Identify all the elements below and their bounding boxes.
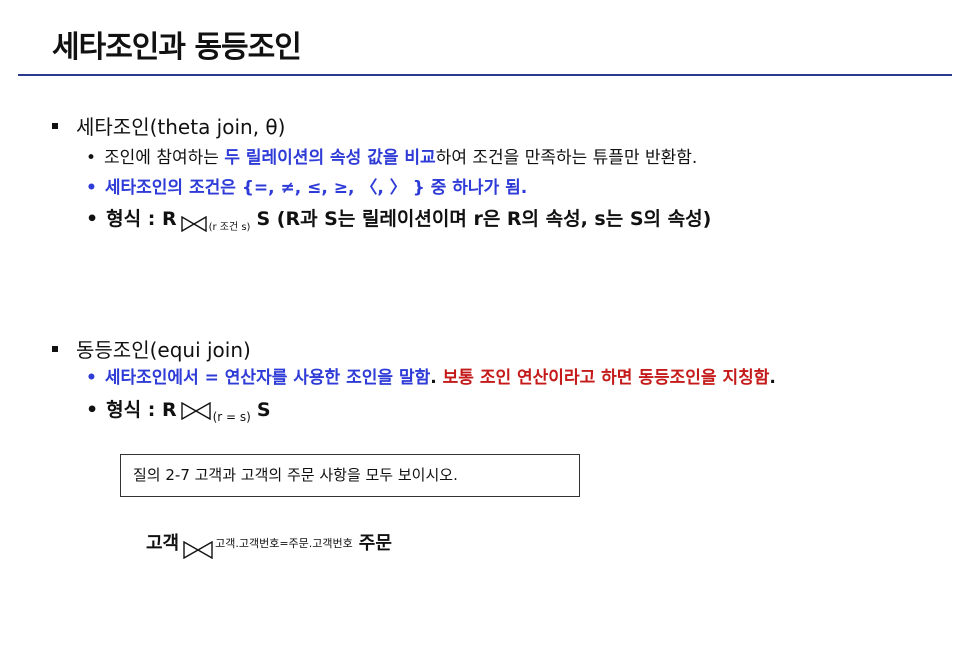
square-bullet-icon xyxy=(52,122,58,129)
theta-condition-text: 세타조인의 조건은 {=, ≠, ≤, ≥, 〈, 〉 } 중 하나가 됨. xyxy=(104,178,528,198)
example-join-expression: 고객 고객.고객번호=주문.고객번호 주문 xyxy=(146,529,392,559)
square-bullet-icon xyxy=(52,345,58,352)
equi-form-subscript: (r = s) xyxy=(212,410,251,424)
theta-heading-line: 세타조인(theta join, θ) xyxy=(52,117,285,137)
bowtie-join-icon xyxy=(180,215,207,232)
theta-condition: • 세타조인의 조건은 {=, ≠, ≤, ≥, 〈, 〉 } 중 하나가 됨. xyxy=(86,180,527,197)
theta-form: • 형식 : R (r 조건 s) S (R과 S는 릴레이션이며 r은 R의 속성,… xyxy=(86,208,712,233)
example-right-relation: 주문 xyxy=(358,533,392,554)
equi-heading-line: 동등조인(equi join) xyxy=(52,340,251,360)
example-query-text: 질의 2-7 고객과 고객의 주문 사항을 모두 보이시오. xyxy=(133,466,458,484)
example-query-box: 질의 2-7 고객과 고객의 주문 사항을 모두 보이시오. xyxy=(120,454,580,497)
bowtie-join-icon xyxy=(183,541,213,559)
title-divider xyxy=(18,74,952,76)
theta-desc-after: 하여 조건을 만족하는 튜플만 반환함. xyxy=(435,148,698,168)
equi-form: • 형식 : R (r = s) S xyxy=(86,399,271,424)
equi-desc-blue: 세타조인에서 = 연산자를 사용한 조인을 말함 xyxy=(104,368,431,388)
theta-description: • 조인에 참여하는 두 릴레이션의 속성 값을 비교하여 조건을 만족하는 튜플… xyxy=(86,150,697,167)
equi-heading: 동등조인(equi join) xyxy=(76,338,251,362)
dot-bullet-icon: • xyxy=(86,399,99,421)
equi-desc-red: 보통 조인 연산이라고 하면 동등조인을 지칭함 xyxy=(442,368,770,388)
equi-description: • 세타조인에서 = 연산자를 사용한 조인을 말함. 보통 조인 연산이라고 하… xyxy=(86,370,776,387)
theta-form-rest: S (R과 S는 릴레이션이며 r은 R의 속성, s는 S의 속성) xyxy=(256,208,712,230)
dot-bullet-icon: • xyxy=(86,178,97,198)
equi-desc-end: . xyxy=(769,368,776,388)
bowtie-join-icon xyxy=(180,401,211,420)
equi-desc-period: . xyxy=(430,368,443,388)
example-join-condition: 고객.고객번호=주문.고객번호 xyxy=(215,537,353,550)
page-title: 세타조인과 동등조인 xyxy=(52,30,302,65)
equi-form-label: 형식 : R xyxy=(106,399,177,421)
theta-form-subscript: (r 조건 s) xyxy=(208,222,251,233)
theta-desc-highlight: 두 릴레이션의 속성 값을 비교 xyxy=(224,148,436,168)
dot-bullet-icon: • xyxy=(86,148,97,168)
theta-desc-before: 조인에 참여하는 xyxy=(104,148,225,168)
dot-bullet-icon: • xyxy=(86,368,97,388)
example-left-relation: 고객 xyxy=(146,533,180,554)
theta-form-label: 형식 : R xyxy=(106,208,177,230)
dot-bullet-icon: • xyxy=(86,208,99,230)
equi-form-rest: S xyxy=(256,399,271,421)
theta-heading: 세타조인(theta join, θ) xyxy=(76,115,286,139)
